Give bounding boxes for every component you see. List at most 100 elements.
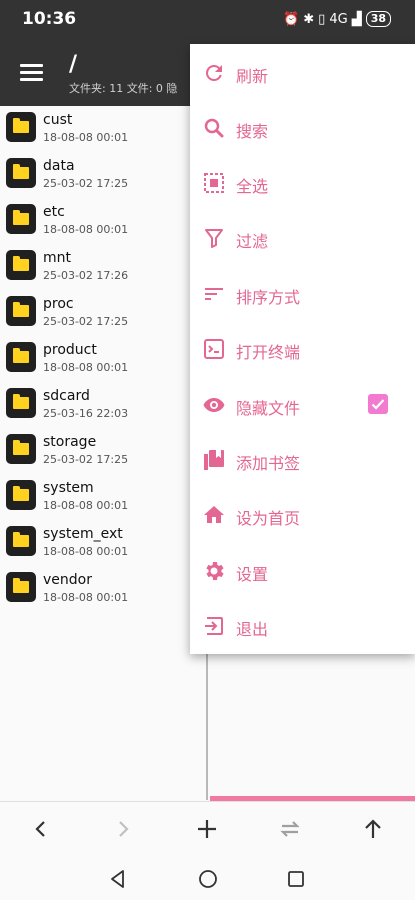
file-row[interactable]: system 18-08-08 00:01 xyxy=(0,474,208,520)
file-date: 25-03-02 17:25 xyxy=(43,453,129,466)
terminal-icon xyxy=(204,339,224,359)
filter-icon xyxy=(205,229,223,248)
menu-item-hidden-files[interactable]: 隐藏文件 xyxy=(190,381,415,429)
file-row[interactable]: etc 18-08-08 00:01 xyxy=(0,198,208,244)
menu-label: 全选 xyxy=(236,177,269,196)
status-time: 10:36 xyxy=(22,9,77,29)
file-name: etc xyxy=(43,204,65,220)
file-date: 18-08-08 00:01 xyxy=(43,131,129,144)
refresh-icon xyxy=(206,65,222,81)
menu-label: 过滤 xyxy=(236,232,269,251)
file-date: 25-03-02 17:26 xyxy=(43,269,129,282)
file-name: product xyxy=(43,342,97,358)
menu-label: 打开终端 xyxy=(236,343,301,362)
file-row[interactable]: system_ext 18-08-08 00:01 xyxy=(0,520,208,566)
nav-back-icon[interactable] xyxy=(106,867,130,891)
bluetooth-icon: ✱ xyxy=(303,11,315,27)
menu-item-filter[interactable]: 过滤 xyxy=(190,214,415,262)
bookmark-icon xyxy=(204,450,224,470)
file-name: cust xyxy=(43,112,73,128)
file-name: vendor xyxy=(43,572,92,588)
menu-item-set-home[interactable]: 设为首页 xyxy=(190,491,415,539)
up-icon[interactable] xyxy=(360,816,386,842)
folder-summary: 文件夹: 11 文件: 0 隐 xyxy=(69,82,178,95)
file-list: cust 18-08-08 00:01 data 25-03-02 17:25 … xyxy=(0,106,208,800)
menu-label: 排序方式 xyxy=(236,288,301,307)
file-date: 25-03-02 17:25 xyxy=(43,177,129,190)
check-icon xyxy=(371,399,385,410)
file-row[interactable]: cust 18-08-08 00:01 xyxy=(0,106,208,152)
menu-item-select-all[interactable]: 全选 xyxy=(190,159,415,207)
alarm-icon: ⏰ xyxy=(283,11,300,27)
file-row[interactable]: sdcard 25-03-16 22:03 xyxy=(0,382,208,428)
file-row[interactable]: product 18-08-08 00:01 xyxy=(0,336,208,382)
add-icon[interactable] xyxy=(194,816,220,842)
overflow-menu: 刷新 搜索 全选 过滤 排序方式 打开终端 隐藏文件 添加书签 设为首页 设置 xyxy=(190,44,415,654)
folder-icon xyxy=(6,204,36,234)
file-name: data xyxy=(43,158,75,174)
eye-icon xyxy=(203,398,225,412)
menu-label: 搜索 xyxy=(236,122,269,141)
bottom-toolbar xyxy=(0,801,415,857)
file-name: mnt xyxy=(43,250,71,266)
menu-item-sort[interactable]: 排序方式 xyxy=(190,270,415,318)
folder-icon xyxy=(6,296,36,326)
menu-label: 添加书签 xyxy=(236,454,301,473)
current-path: / xyxy=(69,52,78,77)
back-icon[interactable] xyxy=(28,816,54,842)
file-row[interactable]: proc 25-03-02 17:25 xyxy=(0,290,208,336)
folder-icon xyxy=(6,572,36,602)
file-row[interactable]: storage 25-03-02 17:25 xyxy=(0,428,208,474)
file-name: system_ext xyxy=(43,526,123,542)
file-name: system xyxy=(43,480,94,496)
home-icon xyxy=(204,506,224,523)
menu-label: 设置 xyxy=(236,565,269,584)
file-date: 18-08-08 00:01 xyxy=(43,591,129,604)
menu-label: 刷新 xyxy=(236,67,269,86)
folder-icon xyxy=(6,112,36,142)
system-nav-bar xyxy=(0,857,415,900)
forward-icon[interactable] xyxy=(110,816,136,842)
select-all-icon xyxy=(204,173,224,193)
file-date: 18-08-08 00:01 xyxy=(43,499,129,512)
hidden-files-checkbox[interactable] xyxy=(368,394,388,414)
file-name: sdcard xyxy=(43,388,90,404)
exit-icon xyxy=(205,617,223,635)
folder-icon xyxy=(6,158,36,188)
battery-indicator: 38 xyxy=(365,11,391,27)
file-name: storage xyxy=(43,434,97,450)
folder-icon xyxy=(6,388,36,418)
nav-home-icon[interactable] xyxy=(196,867,220,891)
folder-icon xyxy=(6,250,36,280)
folder-icon xyxy=(6,480,36,510)
folder-icon xyxy=(6,526,36,556)
menu-item-add-bookmark[interactable]: 添加书签 xyxy=(190,436,415,484)
file-row[interactable]: vendor 18-08-08 00:01 xyxy=(0,566,208,612)
menu-item-exit[interactable]: 退出 xyxy=(190,602,415,650)
vibrate-icon: ▯ xyxy=(318,11,326,27)
file-row[interactable]: mnt 25-03-02 17:26 xyxy=(0,244,208,290)
menu-label: 设为首页 xyxy=(236,509,301,528)
menu-item-settings[interactable]: 设置 xyxy=(190,547,415,595)
gear-icon xyxy=(206,562,224,580)
file-date: 18-08-08 00:01 xyxy=(43,361,129,374)
folder-icon xyxy=(6,434,36,464)
file-date: 18-08-08 00:01 xyxy=(43,545,129,558)
nav-recents-icon[interactable] xyxy=(284,867,308,891)
folder-icon xyxy=(6,342,36,372)
menu-item-terminal[interactable]: 打开终端 xyxy=(190,325,415,373)
menu-icon[interactable] xyxy=(20,64,43,82)
signal-label: 4G xyxy=(329,11,348,27)
signal-icon: ▟ xyxy=(351,11,362,27)
menu-item-refresh[interactable]: 刷新 xyxy=(190,49,415,97)
file-row[interactable]: data 25-03-02 17:25 xyxy=(0,152,208,198)
file-date: 25-03-16 22:03 xyxy=(43,407,129,420)
file-name: proc xyxy=(43,296,74,312)
swap-icon[interactable] xyxy=(277,816,303,842)
menu-item-search[interactable]: 搜索 xyxy=(190,104,415,152)
status-icons: ⏰ ✱ ▯ 4G ▟ 38 xyxy=(283,11,391,27)
sort-icon xyxy=(205,288,223,300)
file-date: 18-08-08 00:01 xyxy=(43,223,129,236)
menu-label: 隐藏文件 xyxy=(236,399,301,418)
file-date: 25-03-02 17:25 xyxy=(43,315,129,328)
